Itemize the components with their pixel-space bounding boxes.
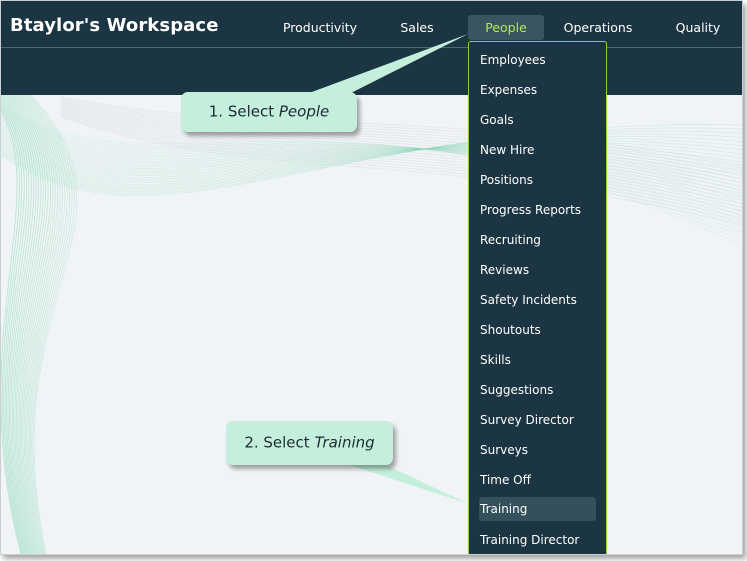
menu-item-label: Shoutouts <box>480 323 541 337</box>
callout-step-2-target: Training <box>314 433 375 452</box>
menu-item-surveys[interactable]: Surveys <box>479 438 598 462</box>
menu-item-recruiting[interactable]: Recruiting <box>479 228 598 252</box>
callout-step-1-target: People <box>278 102 330 121</box>
menu-item-label: Skills <box>480 353 511 367</box>
menu-item-suggestions[interactable]: Suggestions <box>479 378 598 402</box>
menu-item-safety-incidents[interactable]: Safety Incidents <box>479 288 598 312</box>
menu-item-label: Goals <box>480 113 514 127</box>
menu-item-label: Time Off <box>480 473 531 487</box>
workspace-title: Btaylor's Workspace <box>10 15 219 36</box>
nav-item-productivity[interactable]: Productivity <box>277 15 363 40</box>
menu-item-new-hire[interactable]: New Hire <box>479 138 598 162</box>
menu-item-shoutouts[interactable]: Shoutouts <box>479 318 598 342</box>
nav-item-operations[interactable]: Operations <box>558 15 638 40</box>
menu-item-label: Positions <box>480 173 533 187</box>
menu-item-label: Reviews <box>480 263 530 277</box>
menu-item-progress-reports[interactable]: Progress Reports <box>479 198 598 222</box>
menu-item-goals[interactable]: Goals <box>479 108 598 132</box>
menu-item-expenses[interactable]: Expenses <box>479 78 598 102</box>
nav-item-quality[interactable]: Quality <box>671 15 725 40</box>
nav-item-people[interactable]: People <box>468 15 544 40</box>
menu-item-employees[interactable]: Employees <box>479 48 598 72</box>
callout-step-1-prefix: 1. Select <box>208 102 279 121</box>
menu-item-label: Training <box>480 502 528 516</box>
menu-item-label: Safety Incidents <box>480 293 577 307</box>
menu-item-time-off[interactable]: Time Off <box>479 468 598 492</box>
menu-item-label: Recruiting <box>480 233 541 247</box>
callout-step-2-prefix: 2. Select <box>244 433 315 452</box>
menu-item-training-director[interactable]: Training Director <box>479 528 598 552</box>
menu-item-label: Employees <box>480 53 546 67</box>
callout-step-2: 2. Select Training <box>226 421 393 465</box>
menu-item-label: Survey Director <box>480 413 574 427</box>
menu-item-reviews[interactable]: Reviews <box>479 258 598 282</box>
menu-item-training[interactable]: Training <box>479 497 596 521</box>
header-divider <box>1 47 742 48</box>
callout-step-1: 1. Select People <box>181 92 357 132</box>
menu-item-label: Expenses <box>480 83 538 97</box>
people-dropdown-menu: Employees Expenses Goals New Hire Positi… <box>468 41 607 554</box>
nav-item-sales[interactable]: Sales <box>393 15 441 40</box>
menu-item-label: Suggestions <box>480 383 554 397</box>
menu-item-skills[interactable]: Skills <box>479 348 598 372</box>
menu-item-label: New Hire <box>480 143 535 157</box>
menu-item-label: Surveys <box>480 443 528 457</box>
app-window: Btaylor's Workspace Productivity Sales P… <box>0 0 743 555</box>
menu-item-label: Progress Reports <box>480 203 582 217</box>
menu-item-label: Training Director <box>480 533 580 547</box>
top-navigation-bar: Btaylor's Workspace Productivity Sales P… <box>1 1 742 95</box>
menu-item-positions[interactable]: Positions <box>479 168 598 192</box>
wave-background <box>1 95 742 554</box>
menu-item-survey-director[interactable]: Survey Director <box>479 408 598 432</box>
